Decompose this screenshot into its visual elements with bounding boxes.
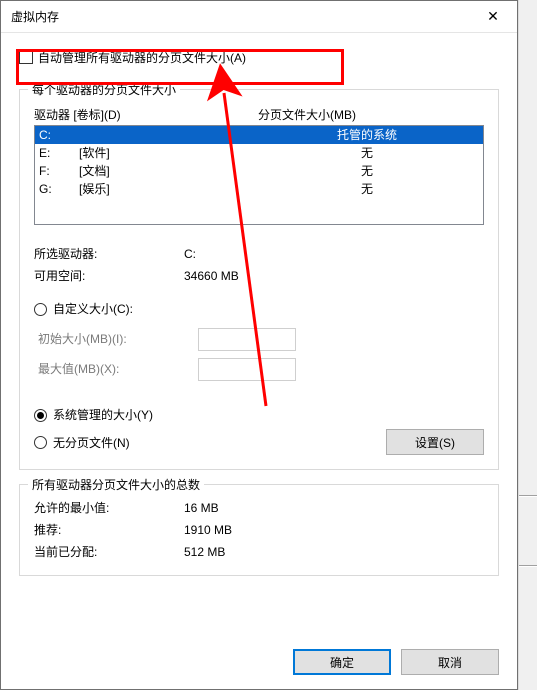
drive-col-size: 分页文件大小(MB) [254,106,484,123]
drive-label: [文档] [79,162,255,180]
auto-manage-checkbox[interactable] [19,50,33,64]
selected-drive-value: C: [184,243,484,265]
drive-list-header: 驱动器 [卷标](D) 分页文件大小(MB) [34,106,484,123]
totals-group-legend: 所有驱动器分页文件大小的总数 [28,476,204,493]
radio-system-managed-label: 系统管理的大小(Y) [53,403,153,427]
drive-letter: F: [39,162,79,180]
min-allowed-value: 16 MB [184,497,484,519]
drive-paging-size: 无 [255,180,479,198]
max-size-label: 最大值(MB)(X): [38,357,198,381]
drive-paging-size: 托管的系统 [255,126,479,144]
drive-label: [软件] [79,144,255,162]
drive-label: [娱乐] [79,180,255,198]
auto-manage-row[interactable]: 自动管理所有驱动器的分页文件大小(A) [19,47,499,67]
recommended-row: 推荐: 1910 MB [34,519,484,541]
drive-letter: E: [39,144,79,162]
auto-manage-label: 自动管理所有驱动器的分页文件大小(A) [38,49,246,66]
dialog-title: 虚拟内存 [11,8,471,25]
currently-allocated-label: 当前已分配: [34,541,184,563]
radio-no-paging-label: 无分页文件(N) [53,434,130,451]
initial-size-input[interactable] [198,328,296,351]
radio-custom-size[interactable] [34,303,47,316]
drive-paging-size: 无 [255,162,479,180]
drives-groupbox: 每个驱动器的分页文件大小 驱动器 [卷标](D) 分页文件大小(MB) C:托管… [19,89,499,470]
min-allowed-row: 允许的最小值: 16 MB [34,497,484,519]
drives-group-legend: 每个驱动器的分页文件大小 [28,81,180,98]
recommended-label: 推荐: [34,519,184,541]
selected-drive-row: 所选驱动器: C: [34,243,484,265]
radio-system-managed-row[interactable]: 系统管理的大小(Y) [34,403,484,427]
drive-col-drive: 驱动器 [卷标](D) [34,106,254,123]
selected-drive-label: 所选驱动器: [34,243,184,265]
initial-size-label: 初始大小(MB)(I): [38,327,198,351]
cancel-button[interactable]: 取消 [401,649,499,675]
min-allowed-label: 允许的最小值: [34,497,184,519]
drive-row[interactable]: G:[娱乐]无 [35,180,483,198]
initial-size-row: 初始大小(MB)(I): [38,327,484,351]
content-area: 自动管理所有驱动器的分页文件大小(A) 每个驱动器的分页文件大小 驱动器 [卷标… [1,33,517,639]
close-icon[interactable]: ✕ [471,2,515,32]
radio-custom-size-label: 自定义大小(C): [53,297,133,321]
drive-letter: C: [39,126,79,144]
radio-no-paging[interactable] [34,436,47,449]
titlebar: 虚拟内存 ✕ [1,1,517,33]
max-size-row: 最大值(MB)(X): [38,357,484,381]
radio-custom-size-row[interactable]: 自定义大小(C): [34,297,484,321]
ok-button[interactable]: 确定 [293,649,391,675]
free-space-label: 可用空间: [34,265,184,287]
background-strip [518,0,537,690]
currently-allocated-row: 当前已分配: 512 MB [34,541,484,563]
drive-row[interactable]: F:[文档]无 [35,162,483,180]
drive-list[interactable]: C:托管的系统E:[软件]无F:[文档]无G:[娱乐]无 [34,125,484,225]
free-space-value: 34660 MB [184,265,484,287]
drive-row[interactable]: C: 托管的系统 [35,126,483,144]
drive-letter: G: [39,180,79,198]
virtual-memory-dialog: 虚拟内存 ✕ 自动管理所有驱动器的分页文件大小(A) 每个驱动器的分页文件大小 … [0,0,518,690]
set-button[interactable]: 设置(S) [386,429,484,455]
dialog-actions: 确定 取消 [1,639,517,689]
drive-label [79,126,255,144]
drive-row[interactable]: E:[软件]无 [35,144,483,162]
totals-groupbox: 所有驱动器分页文件大小的总数 允许的最小值: 16 MB 推荐: 1910 MB… [19,484,499,576]
max-size-input[interactable] [198,358,296,381]
recommended-value: 1910 MB [184,519,484,541]
currently-allocated-value: 512 MB [184,541,484,563]
radio-system-managed[interactable] [34,409,47,422]
radio-no-paging-row[interactable]: 无分页文件(N) [34,434,386,451]
free-space-row: 可用空间: 34660 MB [34,265,484,287]
drive-paging-size: 无 [255,144,479,162]
